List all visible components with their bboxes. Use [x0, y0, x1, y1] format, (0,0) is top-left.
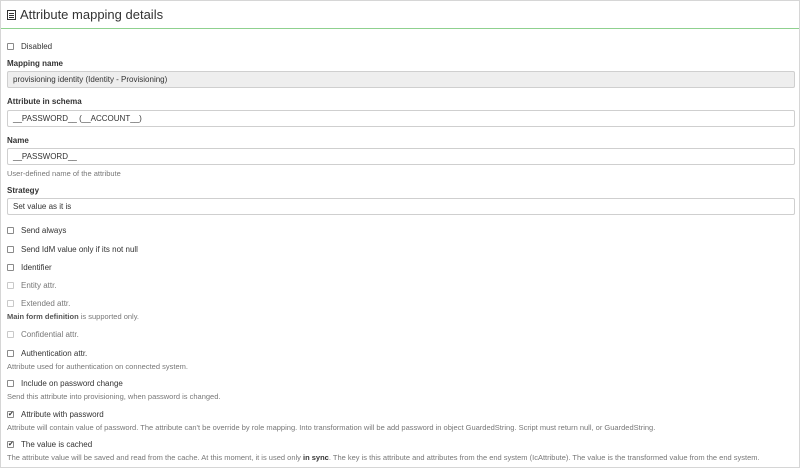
extended-attr-checkbox: [7, 299, 14, 307]
disabled-label: Disabled: [21, 41, 53, 51]
attribute-in-schema-label: Attribute in schema: [7, 97, 82, 106]
send-always-checkbox[interactable]: [7, 226, 14, 234]
page-title: Attribute mapping details: [20, 7, 164, 22]
main-form-note-rest: is supported only.: [78, 312, 139, 321]
value-cached-label: The value is cached: [21, 439, 93, 449]
value-cached-help-part2: . The key is this attribute and attribut…: [328, 453, 760, 462]
entity-attr-checkbox: [7, 281, 14, 289]
name-label: Name: [7, 136, 29, 145]
include-password-change-row[interactable]: Include on password change: [7, 377, 793, 389]
send-not-null-label: Send IdM value only if its not null: [21, 244, 138, 254]
attribute-with-password-label: Attribute with password: [21, 409, 104, 419]
entity-attr-row: Entity attr.: [7, 279, 793, 291]
value-cached-help: The attribute value will be saved and re…: [7, 453, 793, 462]
mapping-name-label: Mapping name: [7, 59, 64, 68]
send-always-row[interactable]: Send always: [7, 224, 793, 236]
strategy-label: Strategy: [7, 186, 40, 195]
value-cached-row[interactable]: ✔ The value is cached: [7, 438, 793, 450]
mapping-name-field[interactable]: provisioning identity (Identity - Provis…: [7, 71, 795, 88]
entity-attr-label: Entity attr.: [21, 280, 57, 290]
send-always-label: Send always: [21, 225, 67, 235]
authentication-attr-help: Attribute used for authentication on con…: [7, 362, 188, 371]
value-cached-help-part1: The attribute value will be saved and re…: [7, 453, 303, 462]
main-form-note-bold: Main form definition: [7, 312, 79, 321]
include-password-change-help: Send this attribute into provisioning, w…: [7, 392, 221, 401]
value-cached-help-bold: in sync: [303, 453, 329, 462]
authentication-attr-label: Authentication attr.: [21, 348, 88, 358]
send-not-null-checkbox[interactable]: [7, 245, 14, 253]
attribute-mapping-panel: Attribute mapping details Disabled Mappi…: [0, 0, 800, 468]
name-help-text: User-defined name of the attribute: [7, 169, 121, 178]
identifier-label: Identifier: [21, 262, 52, 272]
confidential-attr-row: Confidential attr.: [7, 328, 793, 340]
panel-header: Attribute mapping details: [1, 1, 799, 29]
name-input[interactable]: __PASSWORD__: [7, 148, 795, 165]
confidential-attr-checkbox: [7, 330, 14, 338]
list-icon: [7, 9, 16, 20]
include-password-change-label: Include on password change: [21, 378, 123, 388]
include-password-change-checkbox[interactable]: [7, 379, 14, 387]
send-not-null-row[interactable]: Send IdM value only if its not null: [7, 243, 793, 255]
authentication-attr-row[interactable]: Authentication attr.: [7, 347, 793, 359]
attribute-with-password-help: Attribute will contain value of password…: [7, 423, 656, 432]
confidential-attr-label: Confidential attr.: [21, 329, 79, 339]
disabled-checkbox-row[interactable]: Disabled: [7, 40, 793, 52]
extended-attr-label: Extended attr.: [21, 298, 71, 308]
attribute-in-schema-select[interactable]: __PASSWORD__ (__ACCOUNT__): [7, 110, 795, 127]
attribute-with-password-checkbox[interactable]: ✔: [7, 410, 14, 418]
identifier-row[interactable]: Identifier: [7, 261, 793, 273]
value-cached-checkbox[interactable]: ✔: [7, 440, 14, 448]
strategy-select[interactable]: Set value as it is: [7, 198, 795, 215]
extended-attr-row: Extended attr.: [7, 297, 793, 309]
main-form-note: Main form definition is supported only.: [7, 312, 793, 321]
authentication-attr-checkbox[interactable]: [7, 349, 14, 357]
identifier-checkbox[interactable]: [7, 263, 14, 271]
attribute-with-password-row[interactable]: ✔ Attribute with password: [7, 408, 793, 420]
disabled-checkbox[interactable]: [7, 42, 14, 50]
